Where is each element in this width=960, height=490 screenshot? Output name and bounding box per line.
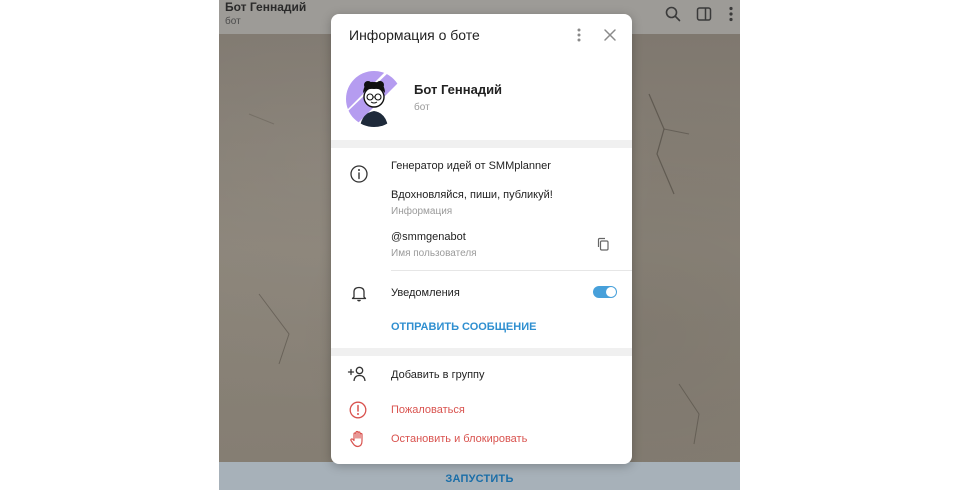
more-vert-icon[interactable] <box>722 5 740 23</box>
chat-title[interactable]: Бот Геннадий <box>225 0 306 14</box>
bot-info-modal: Информация о боте Бот Геннадий бот Генер… <box>331 14 632 464</box>
add-to-group-row[interactable]: Добавить в группу <box>331 364 632 386</box>
close-icon[interactable] <box>603 28 617 42</box>
report-icon <box>349 401 367 419</box>
start-button[interactable]: ЗАПУСТИТЬ <box>219 462 740 490</box>
toggle-knob <box>606 287 616 297</box>
row-separator <box>391 270 632 271</box>
search-icon[interactable] <box>664 5 682 23</box>
add-to-group-label: Добавить в группу <box>391 369 485 381</box>
notifications-label: Уведомления <box>391 287 460 299</box>
info-icon <box>350 165 368 183</box>
more-vert-icon[interactable] <box>571 27 587 43</box>
report-row[interactable]: Пожаловаться <box>331 399 632 421</box>
bot-name: Бот Геннадий <box>414 82 503 97</box>
modal-title: Информация о боте <box>349 27 480 43</box>
notifications-toggle[interactable] <box>593 286 617 298</box>
bot-avatar[interactable] <box>346 71 402 127</box>
sidebar-toggle-icon[interactable] <box>695 5 713 23</box>
copy-icon[interactable] <box>596 237 610 251</box>
bell-icon <box>351 286 367 302</box>
block-row[interactable]: Остановить и блокировать <box>331 428 632 450</box>
bot-about-label: Информация <box>391 206 453 217</box>
block-label: Остановить и блокировать <box>391 433 528 445</box>
send-message-button[interactable]: ОТПРАВИТЬ СООБЩЕНИЕ <box>391 321 536 333</box>
bot-about: Вдохновляйся, пиши, публикуй! <box>391 189 553 201</box>
hand-stop-icon <box>350 430 363 448</box>
add-user-icon <box>347 366 366 382</box>
report-label: Пожаловаться <box>391 404 465 416</box>
bot-description: Генератор идей от SMMplanner <box>391 160 551 172</box>
chat-subtitle: бот <box>225 16 241 27</box>
chat-footer: ЗАПУСТИТЬ <box>219 462 740 490</box>
bot-username[interactable]: @smmgenabot <box>391 231 466 243</box>
section-divider <box>331 140 632 148</box>
bot-username-label: Имя пользователя <box>391 248 477 259</box>
bot-type: бот <box>414 102 430 113</box>
section-divider <box>331 348 632 356</box>
